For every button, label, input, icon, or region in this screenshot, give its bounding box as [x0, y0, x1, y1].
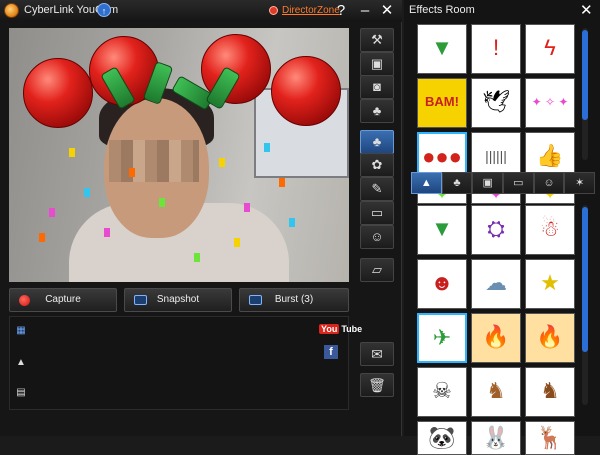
media-tray: ▦ ▲ ▤ You Tube f — [9, 316, 362, 410]
email-button[interactable]: ✉ — [360, 342, 394, 366]
party-hat-effect — [23, 58, 93, 128]
photos-icon[interactable]: ▲ — [13, 357, 29, 371]
effect-thumbnail-selected[interactable]: ✈ — [417, 313, 467, 363]
youcam-logo-icon — [4, 3, 19, 18]
effects-scrollbar-top[interactable] — [582, 28, 588, 160]
effect-thumbnail[interactable]: ⛭ — [471, 205, 521, 255]
effect-thumbnail[interactable]: ♞ — [471, 367, 521, 417]
upgrade-icon[interactable]: ↑ — [97, 3, 111, 17]
effect-thumbnail[interactable]: 🕊 — [471, 78, 521, 128]
youtube-tube-text: Tube — [341, 324, 363, 334]
youtube-you-text: You — [319, 324, 340, 334]
tab-frame[interactable]: ▣ — [472, 172, 504, 194]
effects-tabs: ▲ ♣ ▣ ▭ ☺ ✶ — [411, 172, 596, 194]
camera-preview — [9, 28, 349, 282]
monitor-button[interactable]: ▣ — [360, 52, 394, 76]
brush-button[interactable]: ✎ — [360, 177, 394, 201]
effects-room-button[interactable]: ♣ — [360, 130, 394, 154]
main-window: CyberLink YouCam ↑ DirectorZone ? – ✕ ⚒ … — [0, 0, 402, 436]
effect-thumbnail[interactable]: 🐼 — [417, 421, 467, 455]
effect-thumbnail[interactable]: BAM! — [417, 78, 467, 128]
effect-thumbnail[interactable]: 🔥 — [525, 313, 575, 363]
add-avatar-button[interactable]: ♣ — [360, 99, 394, 123]
effects-grid-bottom: ▼ ⛭ ☃ ☻ ☁ ★ ✈ 🔥 🔥 ☠ ♞ ♞ 🐼 🐰 🦌 — [417, 205, 575, 455]
effects-scrollbar-bottom[interactable] — [582, 205, 588, 405]
tab-wizard-hat[interactable]: ▲ — [411, 172, 442, 194]
minimize-button[interactable]: – — [356, 1, 374, 20]
all-media-icon[interactable]: ▦ — [13, 325, 29, 339]
facebook-icon[interactable]: f — [324, 345, 338, 359]
capture-label: Capture — [45, 294, 81, 305]
screen-icon: ▭ — [513, 177, 524, 189]
effect-thumbnail[interactable]: ★ — [525, 259, 575, 309]
screen-effect-button[interactable]: ▭ — [360, 201, 394, 225]
flower-effect-button[interactable]: ✿ — [360, 153, 394, 177]
effect-thumbnail[interactable]: 🐰 — [471, 421, 521, 455]
party-hat-effect — [271, 56, 341, 126]
effect-thumbnail[interactable]: ☻ — [417, 259, 467, 309]
burst-label: Burst (3) — [274, 294, 314, 305]
snapshot-button[interactable]: Snapshot — [124, 288, 232, 312]
face-tracking-button[interactable]: ☺ — [360, 225, 394, 249]
tab-emotion[interactable]: ☺ — [533, 172, 565, 194]
wizard-hat-icon: ▲ — [420, 177, 432, 189]
effect-thumbnail[interactable]: ☃ — [525, 205, 575, 255]
effect-thumbnail[interactable]: ✦ ✧ ✦ — [525, 78, 575, 128]
tab-screen[interactable]: ▭ — [503, 172, 534, 194]
effect-thumbnail[interactable]: ▼ — [417, 205, 467, 255]
effects-room-title: Effects Room — [409, 4, 475, 16]
magic-wand-icon: ✶ — [575, 177, 585, 189]
frame-icon: ▣ — [482, 177, 493, 189]
delete-button[interactable]: 🗑 — [360, 373, 394, 397]
effect-thumbnail[interactable]: ☠ — [417, 367, 467, 417]
scroll-thumb[interactable] — [582, 30, 588, 120]
tab-avatar[interactable]: ♣ — [441, 172, 473, 194]
capture-button[interactable]: Capture — [9, 288, 117, 312]
effect-thumbnail[interactable]: ϟ — [525, 24, 575, 74]
avatar-icon: ♣ — [453, 177, 461, 189]
effect-thumbnail[interactable]: 🔥 — [471, 313, 521, 363]
video-camera-button[interactable]: ◙ — [360, 75, 394, 99]
effect-thumbnail[interactable]: ! — [471, 24, 521, 74]
effects-close-button[interactable]: ✕ — [580, 1, 593, 19]
effect-thumbnail[interactable]: ▼ — [417, 24, 467, 74]
burst-button[interactable]: Burst (3) — [239, 288, 349, 312]
close-button[interactable]: ✕ — [378, 1, 396, 20]
effect-thumbnail[interactable]: 🦌 — [525, 421, 575, 455]
settings-tools-button[interactable]: ⚒ — [360, 28, 394, 52]
tab-magic[interactable]: ✶ — [564, 172, 596, 194]
emotion-icon: ☺ — [543, 177, 555, 189]
effects-room-panel: Effects Room ✕ ▼ ! ϟ BAM! 🕊 ✦ ✧ ✦ ●●● ||… — [404, 0, 600, 455]
effect-thumbnail[interactable]: ♞ — [525, 367, 575, 417]
scroll-thumb[interactable] — [582, 207, 588, 352]
face-mosaic — [109, 140, 199, 182]
effect-thumbnail[interactable]: ☁ — [471, 259, 521, 309]
title-bar: CyberLink YouCam ↑ DirectorZone ? – ✕ — [0, 0, 402, 22]
directorzone-icon — [269, 6, 278, 15]
help-button[interactable]: ? — [332, 1, 350, 20]
snapshot-label: Snapshot — [156, 294, 200, 305]
youtube-icon[interactable]: You Tube — [319, 324, 364, 334]
videos-icon[interactable]: ▤ — [13, 387, 29, 401]
eraser-button[interactable]: ▱ — [360, 258, 394, 282]
